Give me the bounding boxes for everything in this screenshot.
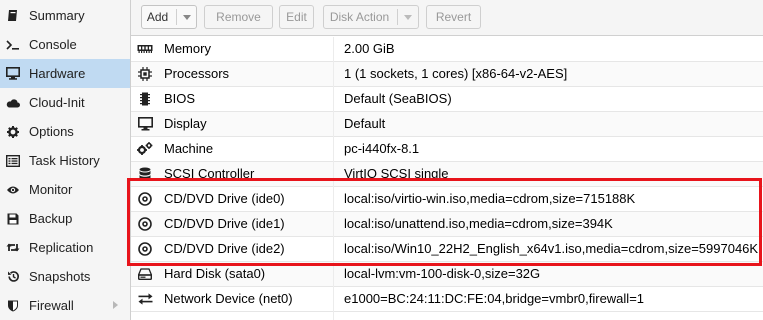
terminal-icon <box>6 38 20 52</box>
hardware-value: local:iso/virtio-win.iso,media=cdrom,siz… <box>344 191 636 206</box>
sidebar-item-backup[interactable]: Backup <box>0 204 130 233</box>
hardware-name: Display <box>164 116 207 131</box>
hardware-value: Default <box>344 116 386 131</box>
cogs-icon <box>137 142 153 156</box>
sidebar-item-label: Cloud-Init <box>29 95 85 110</box>
edit-button[interactable]: Edit <box>279 5 314 29</box>
cdrom-icon <box>137 242 153 256</box>
column-divider <box>333 37 334 320</box>
cpu-icon <box>137 67 153 81</box>
sidebar-item-label: Firewall <box>29 298 74 313</box>
sidebar-item-summary[interactable]: Summary <box>0 1 130 30</box>
sidebar-item-options[interactable]: Options <box>0 117 130 146</box>
sidebar-item-label: Task History <box>29 153 100 168</box>
hardware-value: local-lvm:vm-100-disk-0,size=32G <box>344 266 541 281</box>
hardware-row-cdrom-ide0[interactable]: CD/DVD Drive (ide0) local:iso/virtio-win… <box>131 187 763 212</box>
hardware-row-cdrom-ide1[interactable]: CD/DVD Drive (ide1) local:iso/unattend.i… <box>131 212 763 237</box>
cdrom-icon <box>137 192 153 206</box>
hardware-value: pc-i440fx-8.1 <box>344 141 420 156</box>
remove-button-label: Remove <box>216 10 261 24</box>
hardware-value: e1000=BC:24:11:DC:FE:04,bridge=vmbr0,fir… <box>344 291 645 306</box>
sidebar-item-label: Options <box>29 124 74 139</box>
hardware-row-hard-disk-sata0[interactable]: Hard Disk (sata0) local-lvm:vm-100-disk-… <box>131 262 763 287</box>
hardware-row-bios[interactable]: BIOS Default (SeaBIOS) <box>131 87 763 112</box>
sidebar-item-label: Replication <box>29 240 94 255</box>
sidebar-item-hardware[interactable]: Hardware <box>0 59 130 88</box>
chevron-down-icon <box>183 14 192 20</box>
hardware-name: Processors <box>164 66 230 81</box>
hardware-name: BIOS <box>164 91 196 106</box>
database-icon <box>137 167 153 181</box>
sidebar: Summary Console Hardware Cloud-Init Opti… <box>0 0 131 320</box>
sidebar-item-replication[interactable]: Replication <box>0 233 130 262</box>
sidebar-item-label: Hardware <box>29 66 86 81</box>
chip-icon <box>137 92 153 106</box>
list-icon <box>6 154 20 168</box>
cloud-icon <box>6 96 20 110</box>
chevron-down-icon <box>404 14 413 20</box>
split-divider <box>397 9 399 25</box>
disk-action-button[interactable]: Disk Action <box>323 5 419 29</box>
hardware-name: CD/DVD Drive (ide0) <box>164 191 285 206</box>
hardware-row-memory[interactable]: Memory 2.00 GiB <box>131 37 763 62</box>
hardware-name: CD/DVD Drive (ide1) <box>164 216 285 231</box>
edit-button-label: Edit <box>286 10 307 24</box>
hardware-row-network-net0[interactable]: Network Device (net0) e1000=BC:24:11:DC:… <box>131 287 763 312</box>
desktop-icon <box>6 67 20 81</box>
hardware-value: local:iso/Win10_22H2_English_x64v1.iso,m… <box>344 241 759 256</box>
hardware-row-scsi-controller[interactable]: SCSI Controller VirtIO SCSI single <box>131 162 763 187</box>
remove-button[interactable]: Remove <box>204 5 273 29</box>
history-icon <box>6 270 20 284</box>
network-exchange-icon <box>137 292 153 306</box>
sidebar-item-label: Summary <box>29 8 85 23</box>
memory-icon <box>137 42 153 56</box>
sidebar-item-label: Console <box>29 37 77 52</box>
hardware-row-machine[interactable]: Machine pc-i440fx-8.1 <box>131 137 763 162</box>
hardware-value: VirtIO SCSI single <box>344 166 449 181</box>
add-button[interactable]: Add <box>141 5 197 29</box>
revert-button-label: Revert <box>435 10 472 24</box>
add-button-label: Add <box>146 10 169 24</box>
sidebar-item-monitor[interactable]: Monitor <box>0 175 130 204</box>
hardware-name: Machine <box>164 141 214 156</box>
monitor-icon <box>137 117 153 131</box>
gear-icon <box>6 125 20 139</box>
sidebar-item-label: Backup <box>29 211 73 226</box>
hdd-icon <box>137 267 153 281</box>
hardware-name: Network Device (net0) <box>164 291 293 306</box>
hardware-name: CD/DVD Drive (ide2) <box>164 241 285 256</box>
hardware-value: local:iso/unattend.iso,media=cdrom,size=… <box>344 216 613 231</box>
hardware-value: Default (SeaBIOS) <box>344 91 452 106</box>
toolbar: Add Remove Edit Disk Action Revert <box>131 0 763 36</box>
sidebar-item-label: Monitor <box>29 182 73 197</box>
hardware-name: SCSI Controller <box>164 166 255 181</box>
sidebar-item-console[interactable]: Console <box>0 30 130 59</box>
expand-arrow-icon[interactable] <box>113 301 118 309</box>
sidebar-item-snapshots[interactable]: Snapshots <box>0 262 130 291</box>
hardware-row-cdrom-ide2[interactable]: CD/DVD Drive (ide2) local:iso/Win10_22H2… <box>131 237 763 262</box>
hardware-name: Memory <box>164 41 211 56</box>
eye-icon <box>6 183 20 197</box>
disk-action-button-label: Disk Action <box>329 10 390 24</box>
shield-icon <box>6 299 20 313</box>
book-icon <box>6 9 20 23</box>
floppy-icon <box>6 212 20 226</box>
sidebar-item-label: Snapshots <box>29 269 91 284</box>
sidebar-item-cloud-init[interactable]: Cloud-Init <box>0 88 130 117</box>
split-divider <box>176 9 178 25</box>
hardware-row-display[interactable]: Display Default <box>131 112 763 137</box>
hardware-row-processors[interactable]: Processors 1 (1 sockets, 1 cores) [x86-6… <box>131 62 763 87</box>
cdrom-icon <box>137 217 153 231</box>
hardware-value: 1 (1 sockets, 1 cores) [x86-64-v2-AES] <box>344 66 568 81</box>
sidebar-item-firewall[interactable]: Firewall <box>0 291 130 320</box>
hardware-name: Hard Disk (sata0) <box>164 266 266 281</box>
hardware-grid: Memory 2.00 GiB Processors 1 (1 sockets,… <box>131 37 763 320</box>
hardware-value: 2.00 GiB <box>344 41 395 56</box>
revert-button[interactable]: Revert <box>426 5 481 29</box>
retweet-icon <box>6 241 20 255</box>
sidebar-item-task-history[interactable]: Task History <box>0 146 130 175</box>
